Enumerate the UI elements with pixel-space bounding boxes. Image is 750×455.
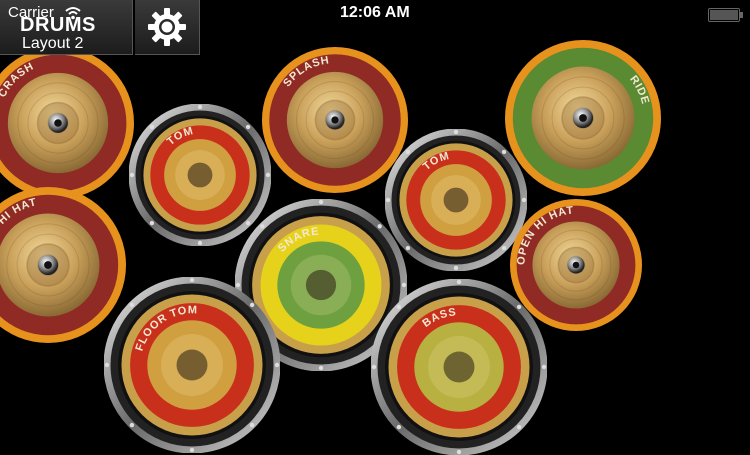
wifi-icon xyxy=(65,7,81,20)
layout-name: Layout 2 xyxy=(22,35,84,52)
status-bar: Carrier 12:06 AM xyxy=(0,0,750,28)
drum-pad-bass[interactable]: BASS xyxy=(371,279,547,455)
carrier-label: Carrier xyxy=(8,4,54,21)
drum-pad-floor-tom[interactable]: FLOOR TOM xyxy=(104,277,280,453)
status-time: 12:06 AM xyxy=(340,4,410,21)
battery-icon xyxy=(708,8,743,22)
cymbal-pad-crash[interactable]: CRASH xyxy=(0,45,136,201)
cymbal-pad-ride[interactable]: RIDE xyxy=(503,38,663,198)
